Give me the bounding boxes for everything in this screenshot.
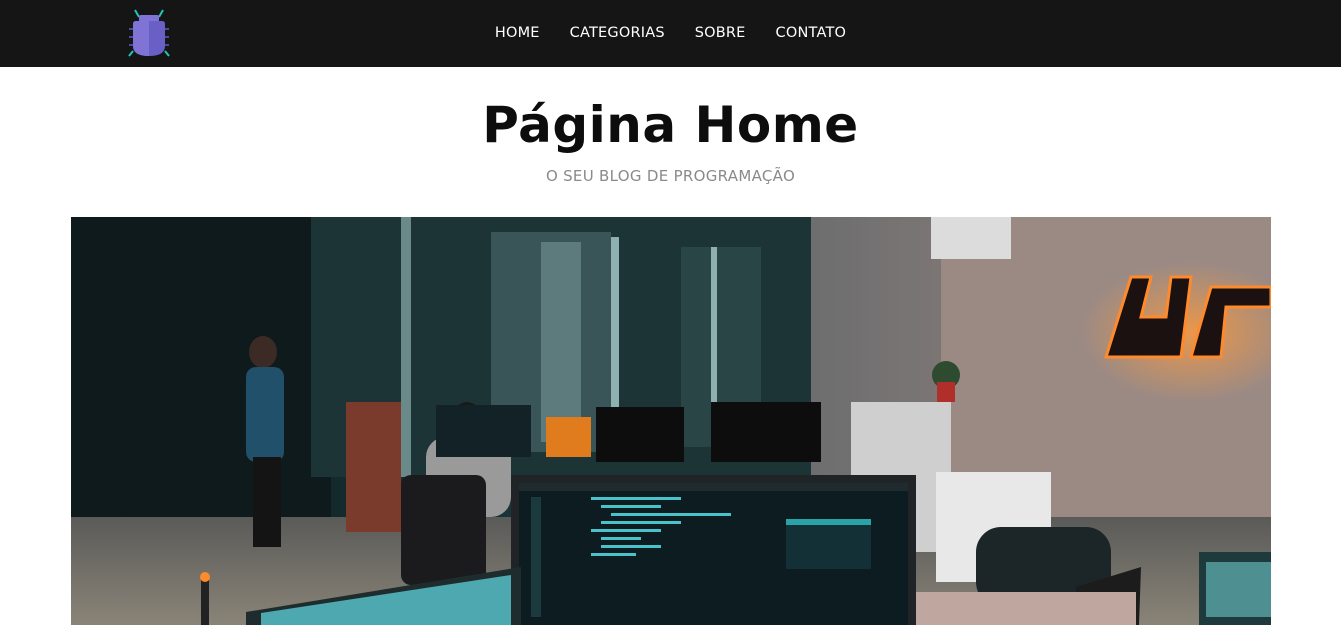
hero-image [71,217,1271,625]
nav-link-home[interactable]: HOME [480,0,555,67]
nav-link-contato[interactable]: CONTATO [761,0,862,67]
nav-link-categorias[interactable]: CATEGORIAS [555,0,680,67]
page-title: Página Home [482,96,859,154]
office-photo [71,217,1271,625]
top-navbar: HOME CATEGORIAS SOBRE CONTATO [0,0,1341,67]
nav-link-sobre[interactable]: SOBRE [680,0,761,67]
main-nav: HOME CATEGORIAS SOBRE CONTATO [0,0,1341,67]
page-subtitle: O SEU BLOG DE PROGRAMAÇÃO [545,167,796,185]
